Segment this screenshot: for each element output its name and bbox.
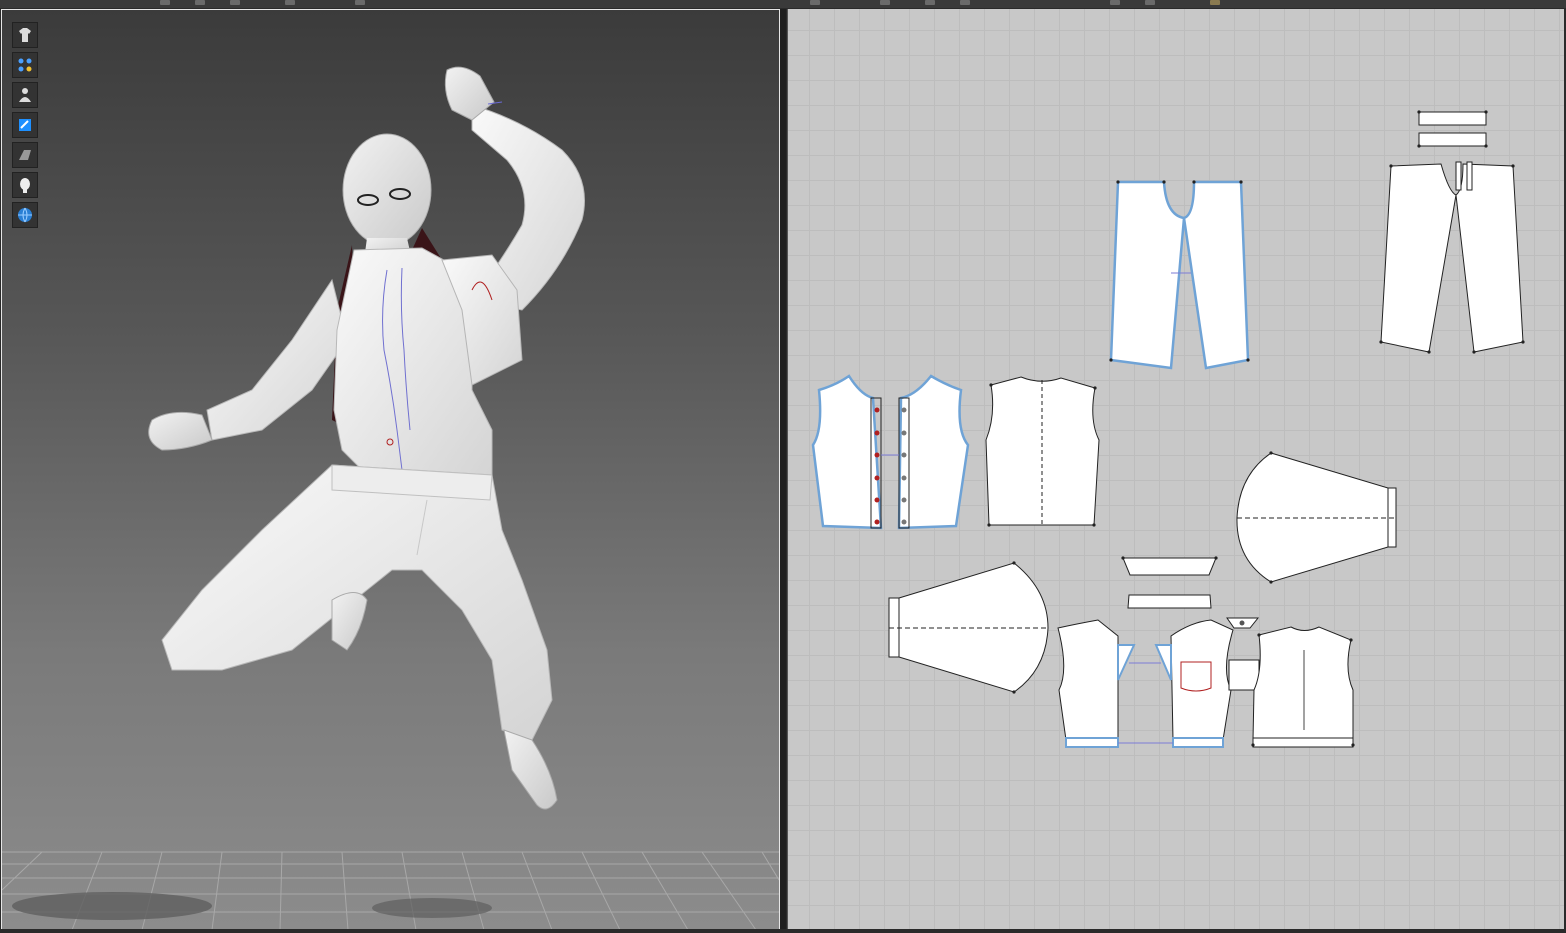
toolbar-icon[interactable] <box>925 0 935 5</box>
pattern-jacket-pocket[interactable] <box>1226 617 1260 691</box>
panel-divider[interactable] <box>780 9 786 933</box>
texture-surface-icon[interactable] <box>12 142 38 168</box>
floor-grid <box>2 851 779 930</box>
toolbar-icon[interactable] <box>195 0 205 5</box>
toolbar-icon[interactable] <box>1210 0 1220 5</box>
toolbar-icon[interactable] <box>880 0 890 5</box>
environment-globe-icon[interactable] <box>12 202 38 228</box>
pattern-pants-back[interactable] <box>1380 161 1524 353</box>
toolbar-icon[interactable] <box>160 0 170 5</box>
fabric-render-icon[interactable] <box>12 112 38 138</box>
avatar-display-icon[interactable] <box>12 82 38 108</box>
pattern-jacket-front[interactable] <box>1057 619 1234 748</box>
toolbar-icon[interactable] <box>285 0 295 5</box>
top-toolbar <box>0 0 1566 8</box>
pattern-jacket-collar-1[interactable] <box>1122 557 1217 576</box>
3d-tool-strip <box>12 22 40 228</box>
toolbar-icon[interactable] <box>960 0 970 5</box>
toolbar-icon[interactable] <box>1145 0 1155 5</box>
garment-display-icon[interactable] <box>12 22 38 48</box>
pattern-jacket-sleeve-left[interactable] <box>888 562 1049 693</box>
pattern-jacket-back[interactable] <box>1252 626 1354 748</box>
pattern-shirt-front[interactable] <box>811 374 970 530</box>
particle-distance-icon[interactable] <box>12 52 38 78</box>
toolbar-icon[interactable] <box>810 0 820 5</box>
avatar-figure[interactable] <box>2 10 779 850</box>
window-bottom-border <box>0 929 1566 933</box>
pattern-waistband-2[interactable] <box>1418 132 1487 147</box>
pattern-waistband-1[interactable] <box>1418 111 1487 126</box>
2d-pattern-viewport[interactable] <box>787 9 1564 929</box>
toolbar-icon[interactable] <box>1110 0 1120 5</box>
pattern-shirt-sleeve-right[interactable] <box>1236 452 1397 583</box>
toolbar-icon[interactable] <box>355 0 365 5</box>
3d-viewport[interactable] <box>1 9 780 931</box>
avatar-head-icon[interactable] <box>12 172 38 198</box>
toolbar-icon[interactable] <box>230 0 240 5</box>
pattern-pants-front[interactable] <box>1109 180 1250 370</box>
pattern-jacket-collar-2[interactable] <box>1127 594 1212 609</box>
